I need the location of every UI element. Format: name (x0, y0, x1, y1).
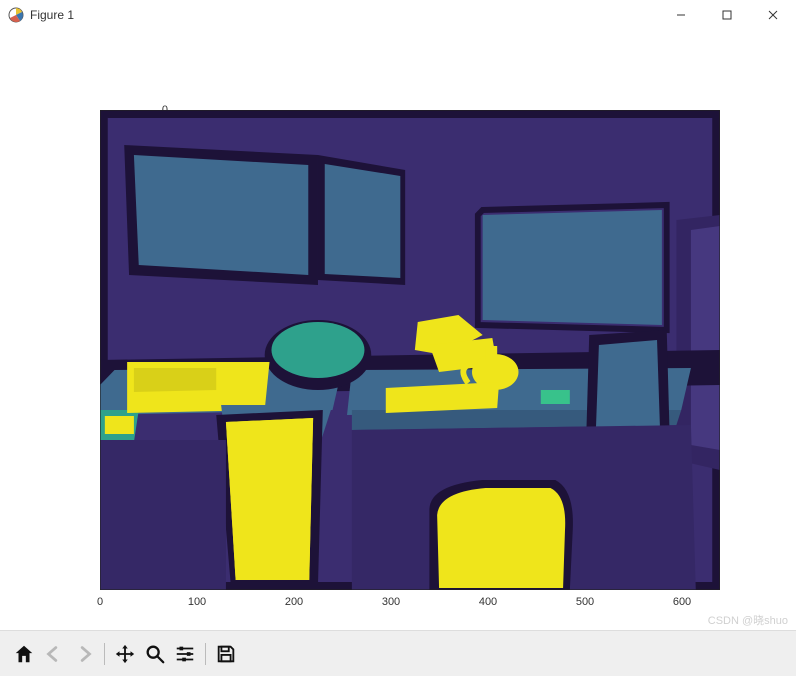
csdn-watermark: CSDN @晓shuo (708, 612, 788, 628)
toolbar-separator (205, 643, 206, 665)
minimize-button[interactable] (658, 0, 704, 30)
xtick-label: 600 (673, 596, 691, 608)
window-titlebar: Figure 1 (0, 0, 796, 30)
close-button[interactable] (750, 0, 796, 30)
xtick-label: 300 (382, 596, 400, 608)
maximize-button[interactable] (704, 0, 750, 30)
navigation-toolbar (0, 630, 796, 676)
configure-subplots-button[interactable] (171, 640, 199, 668)
zoom-button[interactable] (141, 640, 169, 668)
toolbar-separator (104, 643, 105, 665)
xtick-label: 500 (576, 596, 594, 608)
xtick-label: 100 (188, 596, 206, 608)
xtick-label: 200 (285, 596, 303, 608)
forward-button[interactable] (70, 640, 98, 668)
xtick-label: 0 (97, 596, 103, 608)
window-title: Figure 1 (30, 8, 74, 22)
segmentation-image (100, 110, 720, 590)
axes-image (100, 110, 720, 590)
back-button[interactable] (40, 640, 68, 668)
matplotlib-app-icon (8, 7, 24, 23)
pan-button[interactable] (111, 640, 139, 668)
window-controls (658, 0, 796, 30)
save-button[interactable] (212, 640, 240, 668)
xtick-label: 400 (479, 596, 497, 608)
figure-canvas[interactable]: 0 100 200 300 400 0 100 200 300 400 500 … (0, 30, 796, 630)
home-button[interactable] (10, 640, 38, 668)
